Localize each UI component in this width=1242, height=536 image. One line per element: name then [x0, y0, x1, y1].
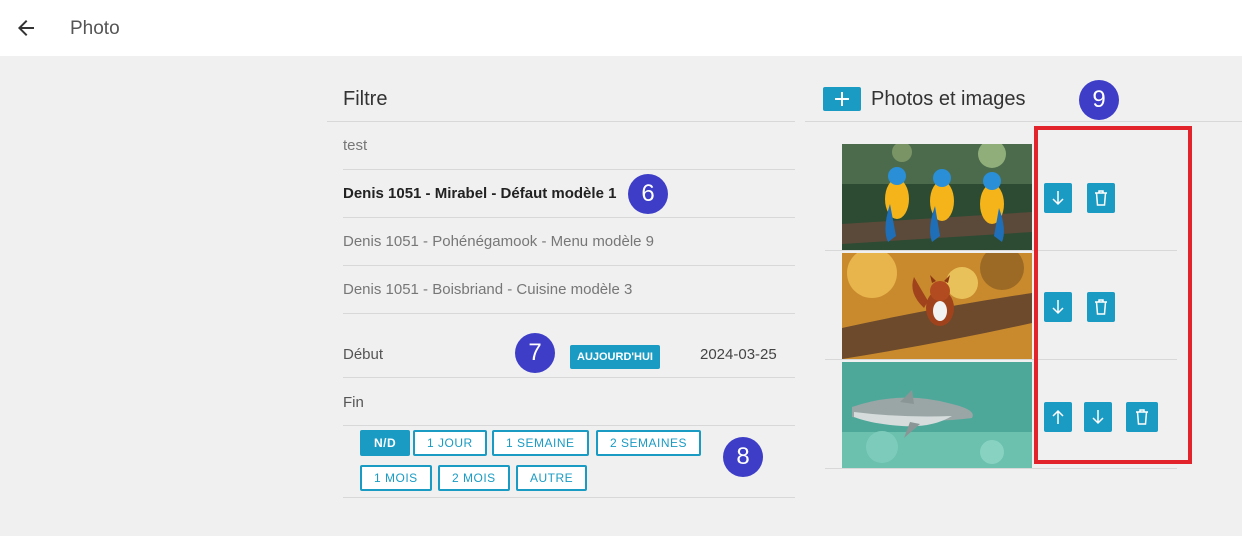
callout-badge: 7 [515, 333, 555, 373]
filter-item-label: Denis 1051 - Mirabel - Défaut modèle 1 [343, 185, 617, 202]
plus-icon [835, 92, 849, 106]
end-date-label: Fin [343, 394, 364, 411]
back-arrow-icon[interactable] [14, 16, 38, 40]
start-date-value[interactable]: 2024-03-25 [700, 346, 777, 363]
parrots-photo[interactable] [842, 144, 1032, 250]
duration-chip-nd[interactable]: N/D [360, 430, 411, 456]
today-button[interactable]: AUJOURD'HUI [570, 345, 660, 369]
duration-chip-1-semaine[interactable]: 1 SEMAINE [492, 430, 589, 456]
add-photo-button[interactable] [823, 87, 861, 111]
filter-item[interactable]: Denis 1051 - Pohénégamook - Menu modèle … [343, 218, 795, 266]
end-date-row: Fin [343, 378, 795, 426]
filter-item[interactable]: Denis 1051 - Boisbriand - Cuisine modèle… [343, 266, 795, 314]
duration-chip-autre[interactable]: AUTRE [516, 465, 588, 491]
filter-item[interactable]: test [343, 122, 795, 170]
start-date-label: Début [343, 346, 384, 363]
dolphin-photo[interactable] [842, 362, 1032, 468]
callout-badge: 6 [628, 174, 668, 214]
filter-item-label: test [343, 137, 368, 154]
top-app-bar: Photo [0, 0, 1242, 56]
divider [805, 121, 1242, 122]
page-title: Photo [70, 18, 120, 39]
duration-chip-2-mois[interactable]: 2 MOIS [438, 465, 510, 491]
filter-item-label: Denis 1051 - Boisbriand - Cuisine modèle… [343, 281, 633, 298]
filter-item-label: Denis 1051 - Pohénégamook - Menu modèle … [343, 233, 655, 250]
highlight-box [1034, 126, 1192, 464]
duration-chip-2-semaines[interactable]: 2 SEMAINES [596, 430, 702, 456]
duration-chip-1-mois[interactable]: 1 MOIS [360, 465, 432, 491]
photos-heading: Photos et images [871, 88, 1026, 110]
filter-item-selected[interactable]: Denis 1051 - Mirabel - Défaut modèle 1 [343, 170, 795, 218]
callout-badge: 8 [723, 437, 763, 477]
duration-chip-1-jour[interactable]: 1 JOUR [413, 430, 487, 456]
filter-heading: Filtre [343, 88, 388, 110]
squirrel-photo[interactable] [842, 253, 1032, 359]
start-date-row: Début AUJOURD'HUI 2024-03-25 [343, 330, 795, 378]
callout-badge: 9 [1079, 80, 1119, 120]
